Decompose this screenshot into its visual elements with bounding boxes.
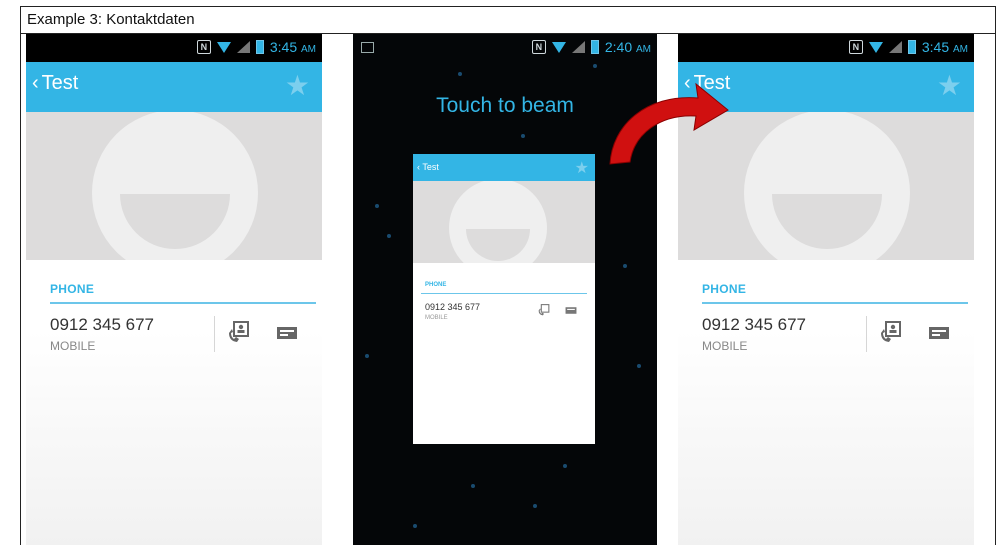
action-bar: ‹ Test ★	[26, 62, 322, 112]
section-divider	[702, 302, 968, 304]
nfc-icon: N	[196, 40, 211, 54]
image-notification-icon	[361, 42, 374, 53]
avatar-placeholder	[92, 112, 258, 260]
contact-photo	[26, 112, 322, 260]
status-bar: N 2:40 AM	[353, 34, 657, 60]
battery-icon	[255, 40, 264, 54]
mini-action-bar: ‹ Test ★	[413, 154, 595, 181]
transfer-arrow-icon	[609, 82, 729, 165]
mini-contact-photo	[413, 181, 595, 263]
star-icon[interactable]: ★	[937, 72, 962, 100]
signal-icon	[888, 41, 902, 53]
mini-phone-type: MOBILE	[425, 315, 448, 321]
phone-number[interactable]: 0912 345 677	[702, 315, 806, 335]
status-time: 3:45 AM	[921, 39, 968, 55]
phone-section: PHONE	[702, 282, 968, 304]
message-icon[interactable]	[928, 325, 950, 341]
star-icon: ★	[574, 160, 589, 177]
nfc-icon: N	[848, 40, 863, 54]
star-icon[interactable]: ★	[285, 72, 310, 100]
wifi-icon	[868, 41, 883, 53]
signal-icon	[236, 41, 250, 53]
status-bar: N 3:45 AM	[26, 34, 322, 62]
nfc-icon: N	[531, 40, 546, 54]
vertical-divider	[214, 316, 215, 352]
beam-preview-card[interactable]: ‹ Test ★ PHONE 0912 345 677 MOBILE	[413, 154, 595, 444]
message-icon	[565, 307, 577, 314]
battery-icon	[907, 40, 916, 54]
status-time: 2:40 AM	[604, 39, 651, 55]
section-divider	[50, 302, 316, 304]
mini-contact-name: ‹ Test	[417, 162, 439, 172]
chevron-left-icon: ‹	[32, 72, 39, 94]
mini-section-label: PHONE	[425, 282, 447, 288]
battery-icon	[590, 40, 599, 54]
video-call-icon[interactable]	[878, 319, 904, 345]
phone-type: MOBILE	[50, 339, 96, 353]
status-bar: N 3:45 AM	[678, 34, 974, 62]
contact-name: Test	[41, 72, 79, 94]
vertical-divider	[866, 316, 867, 352]
status-time: 3:45 AM	[269, 39, 316, 55]
phone-section: PHONE	[50, 282, 316, 304]
message-icon[interactable]	[276, 325, 298, 341]
left-phone-screen: N 3:45 AM ‹ Test ★ PHONE 0912 345 677 MO…	[26, 34, 322, 545]
back-button[interactable]: ‹ Test	[32, 72, 78, 95]
section-label: PHONE	[702, 282, 747, 296]
wifi-icon	[551, 41, 566, 53]
figure-caption: Example 3: Kontaktdaten	[21, 7, 995, 34]
wifi-icon	[216, 41, 231, 53]
mini-section-divider	[421, 293, 587, 294]
signal-icon	[571, 41, 585, 53]
video-call-icon[interactable]	[226, 319, 252, 345]
phone-type: MOBILE	[702, 339, 748, 353]
mini-phone-number: 0912 345 677	[425, 302, 481, 312]
video-call-icon	[538, 304, 550, 316]
phone-number[interactable]: 0912 345 677	[50, 315, 154, 335]
avatar-placeholder	[744, 112, 910, 260]
section-label: PHONE	[50, 282, 95, 296]
